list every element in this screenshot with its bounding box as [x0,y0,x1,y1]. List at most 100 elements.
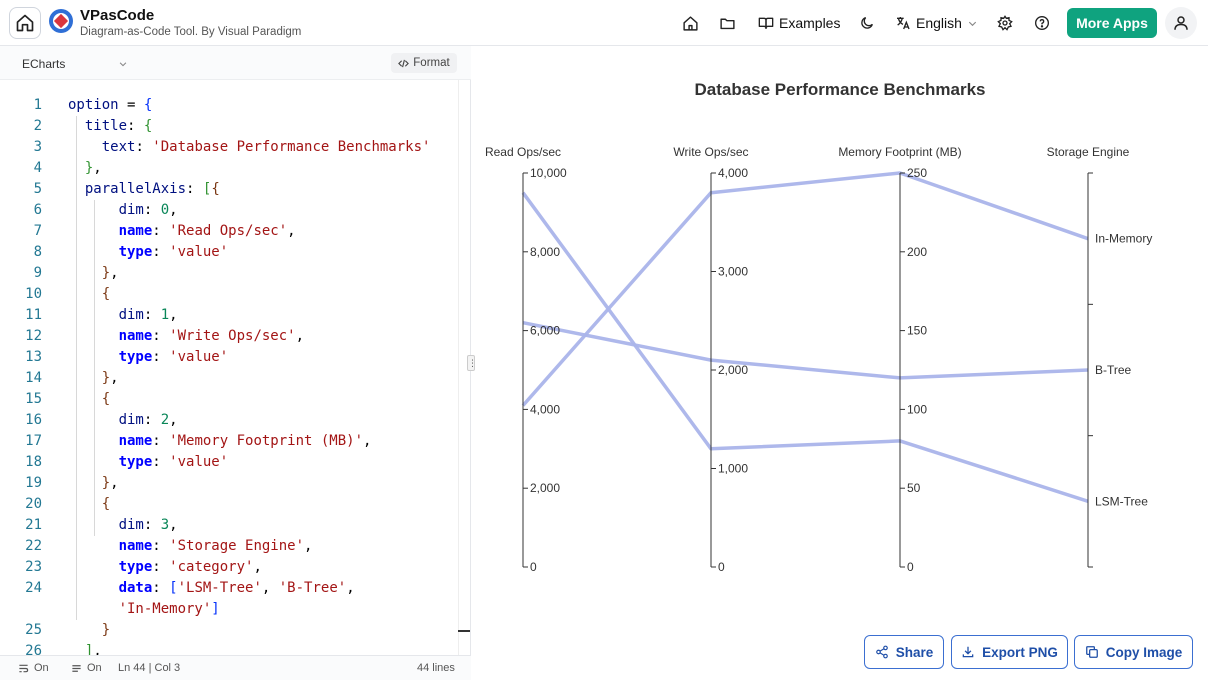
code-line[interactable]: 7 name: 'Read Ops/sec', [0,221,458,242]
axis-tick-label: 3,000 [718,265,748,279]
home-button[interactable] [9,7,41,39]
axis-tick-label: 1,000 [718,462,748,476]
code-line[interactable]: 10 { [0,284,458,305]
axis-tick-label: 0 [530,560,537,574]
line-number: 22 [25,538,42,554]
help-button[interactable] [1031,12,1053,34]
axis-tick-label: 50 [907,481,921,495]
minimap-status: On [87,662,102,674]
axis-tick-label: 200 [907,245,927,259]
library-select-value: ECharts [22,57,66,71]
code-line[interactable]: 5 parallelAxis: [{ [0,179,458,200]
code-text: type: 'value' [118,244,229,260]
moon-icon [861,17,873,29]
help-icon [1035,16,1049,30]
line-number: 12 [25,328,42,344]
code-line[interactable]: 14 }, [0,368,458,389]
code-line[interactable]: 26 ], [0,641,458,655]
scrollbar-marker [458,630,470,632]
settings-button[interactable] [994,12,1016,34]
code-line[interactable]: 3 text: 'Database Performance Benchmarks… [0,137,458,158]
minimap-toggle[interactable]: On [71,662,102,674]
code-line[interactable]: 25 } [0,620,458,641]
code-line[interactable]: 8 type: 'value' [0,242,458,263]
house-icon [682,15,698,31]
line-number: 18 [25,454,42,470]
code-line[interactable]: 15 { [0,389,458,410]
line-number: 20 [25,496,42,512]
code-line[interactable]: 11 dim: 1, [0,305,458,326]
code-line[interactable]: 24 data: ['LSM-Tree', 'B-Tree', [0,578,458,599]
series-line [522,320,1089,380]
examples-label: Examples [779,15,841,31]
code-text: dim: 0, [118,202,178,218]
code-line[interactable]: 12 name: 'Write Ops/sec', [0,326,458,347]
user-avatar[interactable] [1165,7,1197,39]
library-select[interactable]: ECharts [22,55,128,73]
code-editor[interactable]: 1 option = {2 title: {3 text: 'Database P… [0,80,458,655]
translate-icon [897,17,910,30]
code-text: name: 'Memory Footprint (MB)', [118,433,372,449]
code-line[interactable]: 21 dim: 3, [0,515,458,536]
editor-status-bar: On On Ln 44 | Col 3 44 lines [0,655,471,680]
format-button[interactable]: Format [391,53,457,73]
code-text: type: 'category', [118,559,262,575]
word-wrap-status: On [34,662,49,674]
export-png-button[interactable]: Export PNG [951,635,1068,669]
code-text: ], [84,643,102,655]
theme-toggle-button[interactable] [856,12,878,34]
code-line[interactable]: 4 }, [0,158,458,179]
code-text: }, [84,160,102,176]
code-text: type: 'value' [118,454,229,470]
code-line[interactable]: 17 name: 'Memory Footprint (MB)', [0,431,458,452]
line-number: 16 [25,412,42,428]
line-number: 24 [25,580,42,596]
code-line[interactable]: 22 name: 'Storage Engine', [0,536,458,557]
code-line[interactable]: 19 }, [0,473,458,494]
code-text: name: 'Storage Engine', [118,538,313,554]
word-wrap-toggle[interactable]: On [18,662,49,674]
code-line[interactable]: 2 title: { [0,116,458,137]
chevron-down-icon [968,21,977,26]
code-line[interactable]: 16 dim: 2, [0,410,458,431]
code-line[interactable]: 13 type: 'value' [0,347,458,368]
code-line[interactable]: 18 type: 'value' [0,452,458,473]
indent-guide [76,116,77,620]
editor-toolbar: ECharts Format [0,46,471,80]
code-text: } [101,622,111,638]
home-icon [16,14,34,32]
app-subtitle: Diagram-as-Code Tool. By Visual Paradigm [80,26,302,38]
copy-image-button[interactable]: Copy Image [1074,635,1193,669]
code-line[interactable]: 'In-Memory'] [0,599,458,620]
code-line[interactable]: 9 }, [0,263,458,284]
examples-button[interactable]: Examples [758,12,840,34]
code-text: title: { [84,118,153,134]
line-number: 2 [33,118,42,134]
line-number: 21 [25,517,42,533]
axis-tick-label: 4,000 [530,402,560,416]
language-select[interactable]: English [895,12,978,34]
line-number: 8 [33,244,42,260]
code-text: 'In-Memory'] [118,601,220,617]
wrap-icon [19,664,29,672]
home-nav-button[interactable] [679,12,701,34]
lines-icon [72,664,81,672]
line-number: 26 [25,643,42,655]
line-number: 6 [33,202,42,218]
line-number: 13 [25,349,42,365]
code-line[interactable]: 1 option = { [0,95,458,116]
axis-tick-label: 10,000 [530,166,567,180]
line-number: 5 [33,181,42,197]
code-text: { [101,286,111,302]
open-folder-button[interactable] [716,12,738,34]
code-line[interactable]: 23 type: 'category', [0,557,458,578]
gear-icon [997,15,1013,31]
code-line[interactable]: 6 dim: 0, [0,200,458,221]
line-number: 7 [33,223,42,239]
share-button[interactable]: Share [864,635,944,669]
code-text: option = { [68,97,153,113]
axis-tick-label: 8,000 [530,245,560,259]
code-text: type: 'value' [118,349,229,365]
more-apps-button[interactable]: More Apps [1067,8,1157,38]
code-line[interactable]: 20 { [0,494,458,515]
